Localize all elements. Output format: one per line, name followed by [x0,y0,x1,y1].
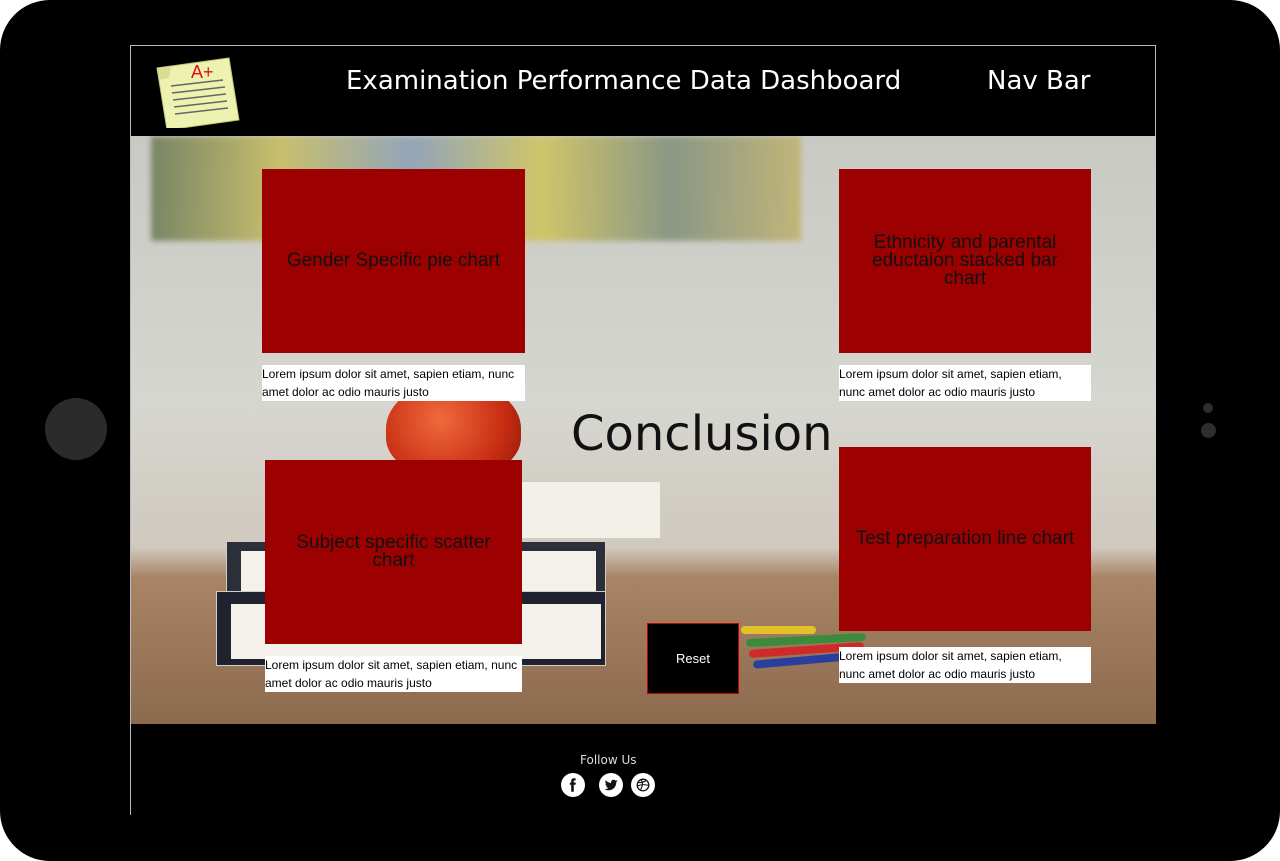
camera-dot [1203,403,1213,413]
book-image [511,481,661,539]
dribbble-icon[interactable] [631,773,655,797]
tablet-frame: A+ Examination Performance Data Dashboar… [0,0,1280,861]
card-caption: Lorem ipsum dolor sit amet, sapien etiam… [839,365,1091,401]
card-title: Subject specific scatter chart [296,532,491,571]
pencil-image [741,626,816,634]
page-title: Examination Performance Data Dashboard [346,66,902,96]
card-title: Test preparation line chart [855,528,1075,549]
header: A+ Examination Performance Data Dashboar… [131,46,1156,136]
nav-bar-link[interactable]: Nav Bar [987,66,1091,96]
svg-text:A+: A+ [191,62,214,82]
gender-pie-chart-card[interactable]: Gender Specific pie chart [262,169,525,353]
conclusion-heading: Conclusion [571,406,833,462]
hero-background: Gender Specific pie chart Lorem ipsum do… [131,136,1156,724]
test-prep-line-chart-card[interactable]: Test preparation line chart [839,447,1091,631]
card-title: Gender Specific pie chart [286,250,501,271]
card-caption: Lorem ipsum dolor sit amet, sapien etiam… [265,656,522,692]
ethnicity-stacked-bar-card[interactable]: Ethnicity and parental eductaion stacked… [839,169,1091,353]
facebook-icon[interactable] [561,773,585,797]
sensor-dot [1201,423,1216,438]
card-caption: Lorem ipsum dolor sit amet, sapien etiam… [839,647,1091,683]
reset-button[interactable]: Reset [647,623,739,694]
follow-us-label: Follow Us [580,753,637,767]
grade-note-logo: A+ [153,56,241,131]
card-caption: Lorem ipsum dolor sit amet, sapien etiam… [262,365,525,401]
screen: A+ Examination Performance Data Dashboar… [130,45,1156,815]
card-title: Ethnicity and parental eductaion stacked… [872,232,1058,289]
subject-scatter-chart-card[interactable]: Subject specific scatter chart [265,460,522,644]
footer: Follow Us [131,724,1156,815]
twitter-icon[interactable] [599,773,623,797]
home-button[interactable] [45,398,107,460]
